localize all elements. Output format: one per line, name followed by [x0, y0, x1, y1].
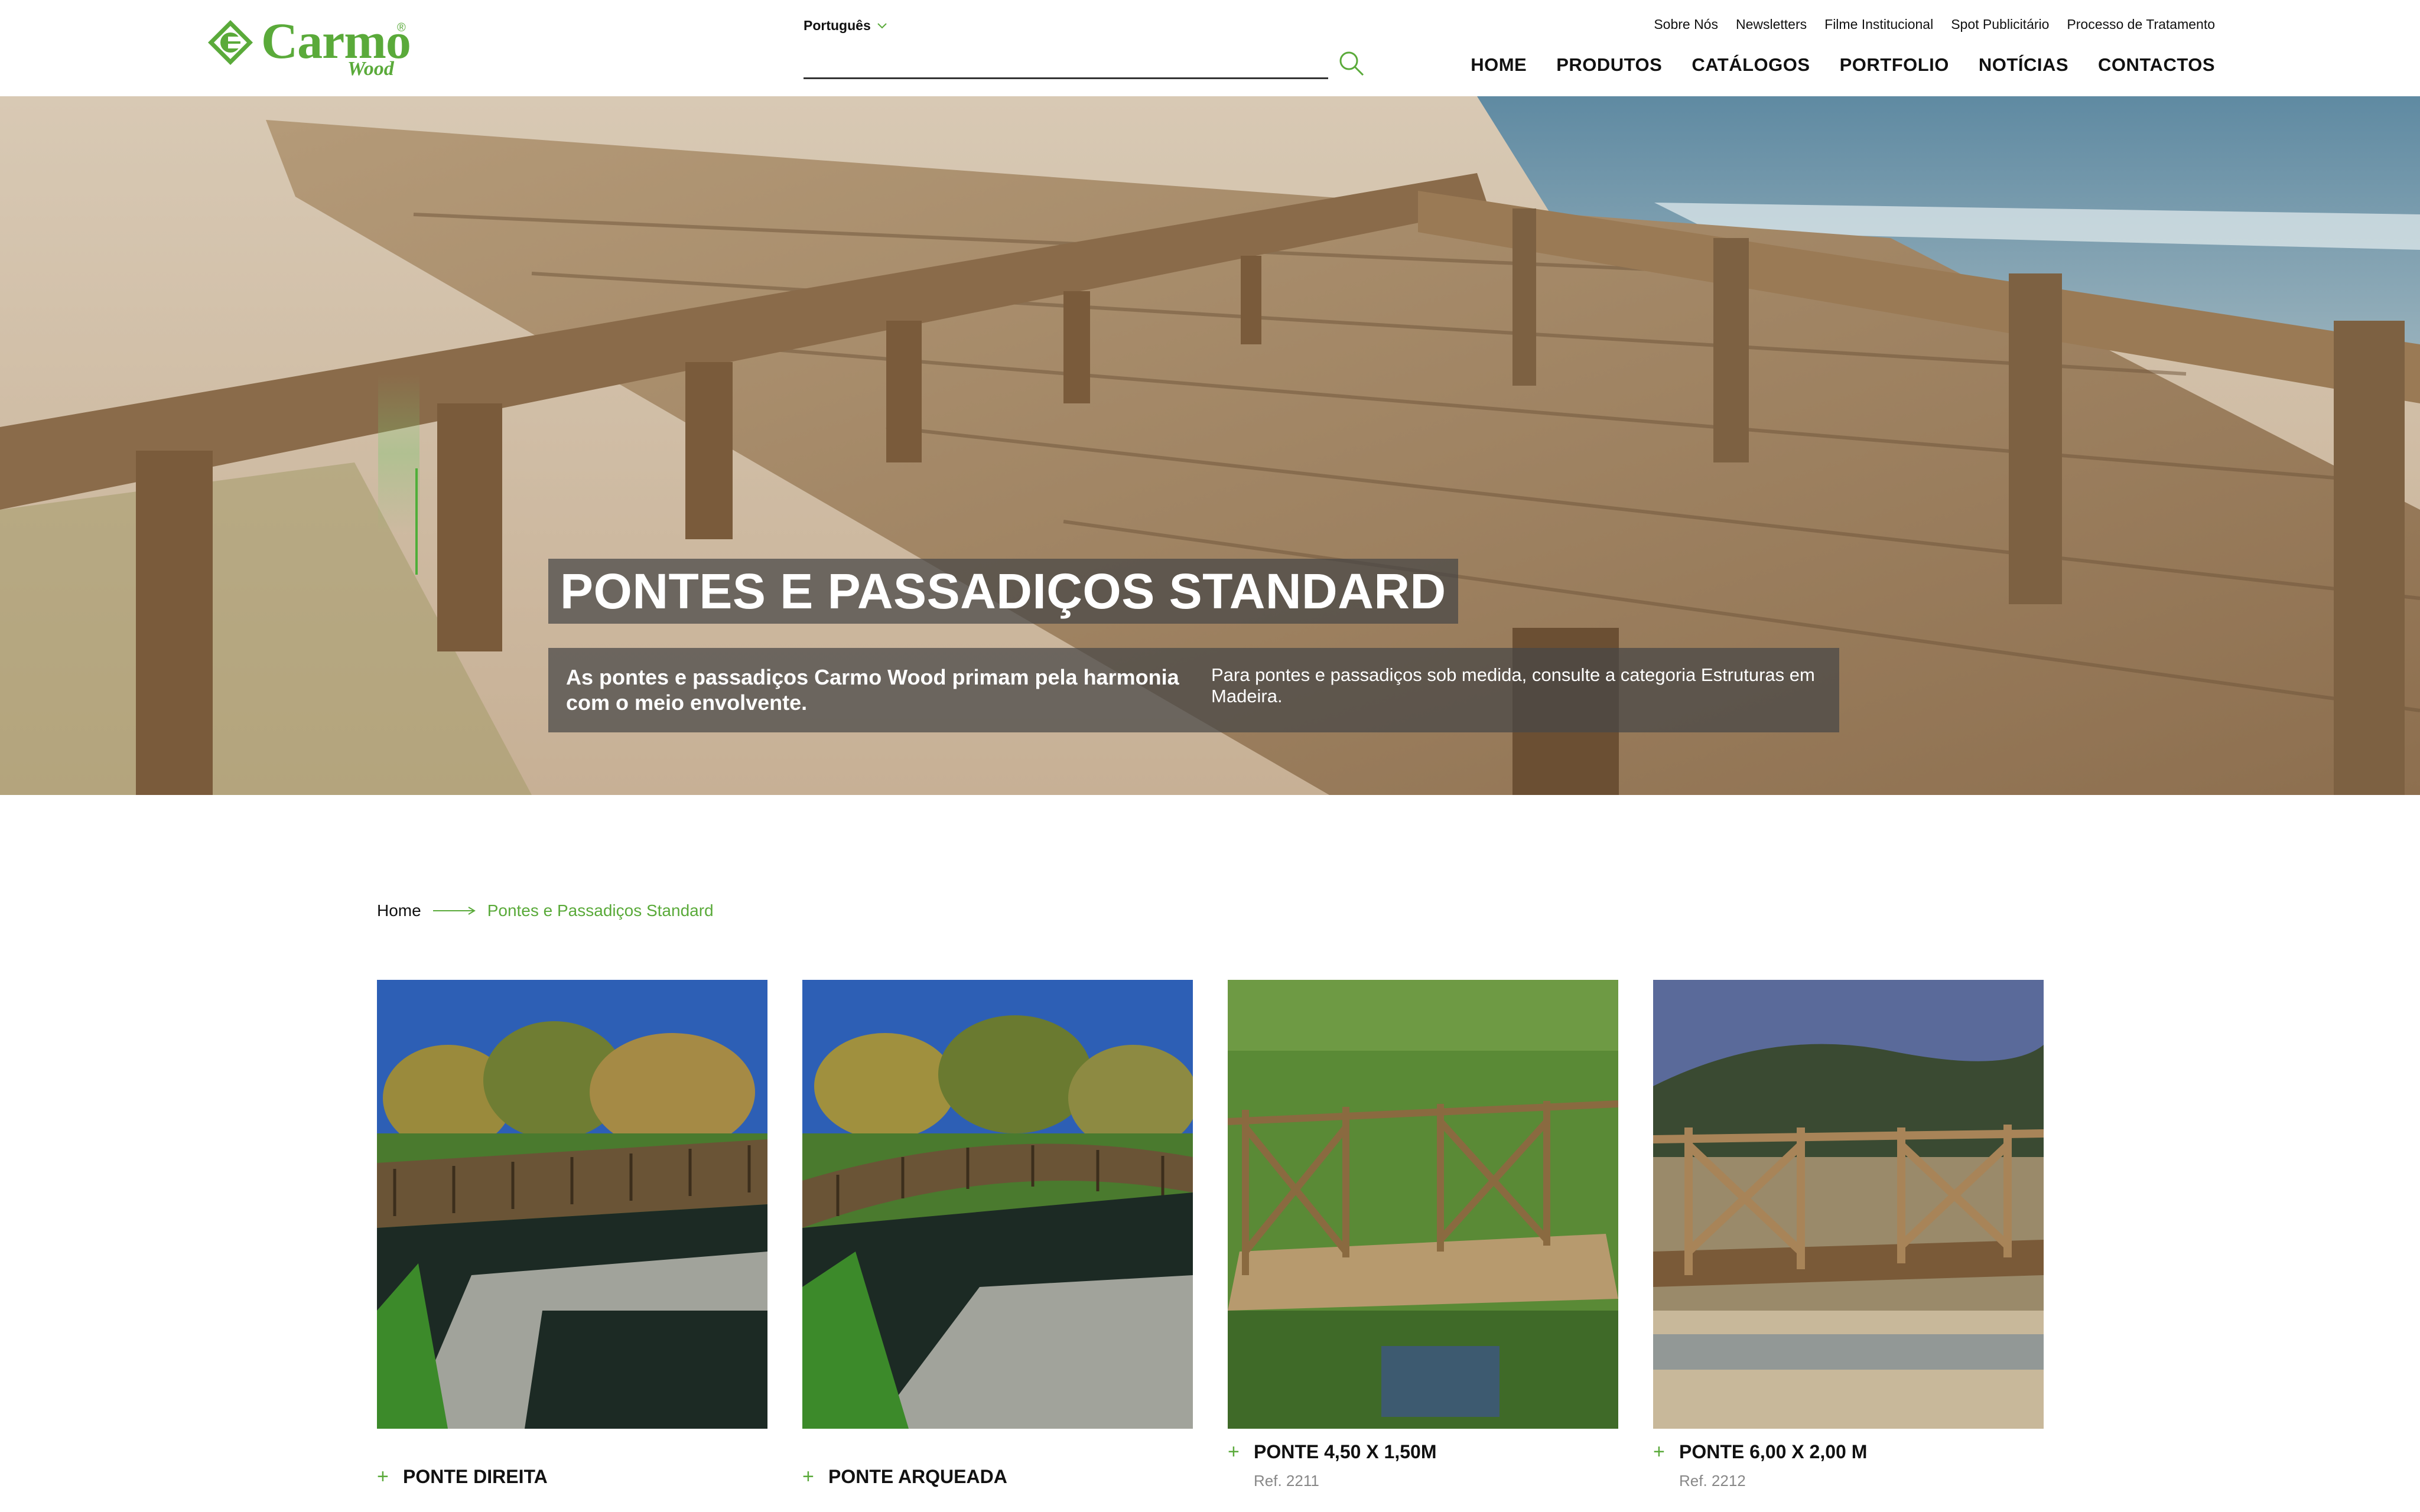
- nav-link-sobre-nos[interactable]: Sobre Nós: [1654, 17, 1718, 32]
- nav-link-newsletters[interactable]: Newsletters: [1736, 17, 1807, 32]
- nav-item-catalogos[interactable]: CATÁLOGOS: [1692, 54, 1810, 76]
- product-title[interactable]: + PONTE 4,50 X 1,50M: [1228, 1441, 1436, 1464]
- hero-note-text: Para pontes e passadiços sob medida, con…: [1211, 664, 1815, 706]
- product-card[interactable]: + PONTE 4,50 X 1,50M Ref. 2211: [1228, 980, 1618, 1511]
- product-photo-bridge-450: [1228, 980, 1618, 1429]
- product-photo-straight-bridge: [377, 980, 767, 1429]
- arrow-right-icon: [432, 907, 476, 915]
- hero-accent-line: [415, 468, 418, 575]
- product-title[interactable]: + PONTE 6,00 X 2,00 M: [1653, 1441, 1867, 1464]
- product-card[interactable]: + PONTE DIREITA: [377, 980, 767, 1511]
- product-title[interactable]: + PONTE DIREITA: [377, 1465, 548, 1488]
- plus-icon: +: [1228, 1441, 1240, 1463]
- search-input[interactable]: [804, 53, 1328, 79]
- hero-lead-text: As pontes e passadiços Carmo Wood primam…: [566, 665, 1179, 715]
- product-name: PONTE 6,00 X 2,00 M: [1679, 1441, 1868, 1462]
- breadcrumb-current: Pontes e Passadiços Standard: [487, 901, 714, 920]
- product-name: PONTE 4,50 X 1,50M: [1254, 1441, 1437, 1462]
- product-ref: Ref. 2212: [1679, 1472, 1746, 1490]
- language-label: Português: [804, 18, 871, 33]
- product-image[interactable]: [802, 980, 1193, 1429]
- hero-accent-glow: [378, 374, 419, 533]
- site-header: Carmo ® Wood Português Sobre Nós Newslet…: [0, 0, 2420, 96]
- nav-item-portfolio[interactable]: PORTFOLIO: [1840, 54, 1949, 76]
- breadcrumb-home[interactable]: Home: [377, 901, 421, 920]
- product-photo-arched-bridge: [802, 980, 1193, 1429]
- product-name: PONTE DIREITA: [403, 1466, 548, 1487]
- nav-link-processo-tratamento[interactable]: Processo de Tratamento: [2067, 17, 2215, 32]
- nav-item-noticias[interactable]: NOTÍCIAS: [1979, 54, 2068, 76]
- product-card[interactable]: + PONTE 6,00 X 2,00 M Ref. 2212: [1653, 980, 2044, 1511]
- plus-icon: +: [802, 1465, 814, 1488]
- language-selector[interactable]: Português: [804, 18, 887, 34]
- chevron-down-icon: [877, 22, 887, 28]
- secondary-nav: Sobre Nós Newsletters Filme Instituciona…: [1654, 17, 2215, 32]
- search-icon[interactable]: [1336, 48, 1366, 78]
- hero-description: As pontes e passadiços Carmo Wood primam…: [548, 648, 1839, 732]
- product-name: PONTE ARQUEADA: [828, 1466, 1007, 1487]
- nav-item-home[interactable]: HOME: [1471, 54, 1527, 76]
- product-image[interactable]: [377, 980, 767, 1429]
- nav-link-spot-publicitario[interactable]: Spot Publicitário: [1951, 17, 2049, 32]
- main-nav: HOME PRODUTOS CATÁLOGOS PORTFOLIO NOTÍCI…: [1471, 54, 2215, 76]
- product-title[interactable]: + PONTE ARQUEADA: [802, 1465, 1007, 1488]
- logo-sub-text: Wood: [347, 58, 394, 80]
- nav-item-contactos[interactable]: CONTACTOS: [2098, 54, 2215, 76]
- plus-icon: +: [377, 1465, 389, 1488]
- product-photo-bridge-600: [1653, 980, 2044, 1429]
- product-ref: Ref. 2211: [1254, 1472, 1319, 1490]
- product-image[interactable]: [1228, 980, 1618, 1429]
- nav-link-filme-institucional[interactable]: Filme Institucional: [1824, 17, 1933, 32]
- product-card[interactable]: + PONTE ARQUEADA: [802, 980, 1193, 1511]
- logo-registered-mark: ®: [397, 21, 406, 34]
- product-image[interactable]: [1653, 980, 2044, 1429]
- logo-mark-icon: [208, 20, 253, 65]
- page-title: PONTES E PASSADIÇOS STANDARD: [548, 559, 1458, 624]
- breadcrumb: Home Pontes e Passadiços Standard: [377, 901, 714, 920]
- carmo-wood-logo[interactable]: Carmo ® Wood: [207, 15, 411, 82]
- hero-banner: PONTES E PASSADIÇOS STANDARD As pontes e…: [0, 96, 2420, 795]
- nav-item-produtos[interactable]: PRODUTOS: [1556, 54, 1662, 76]
- plus-icon: +: [1653, 1441, 1665, 1463]
